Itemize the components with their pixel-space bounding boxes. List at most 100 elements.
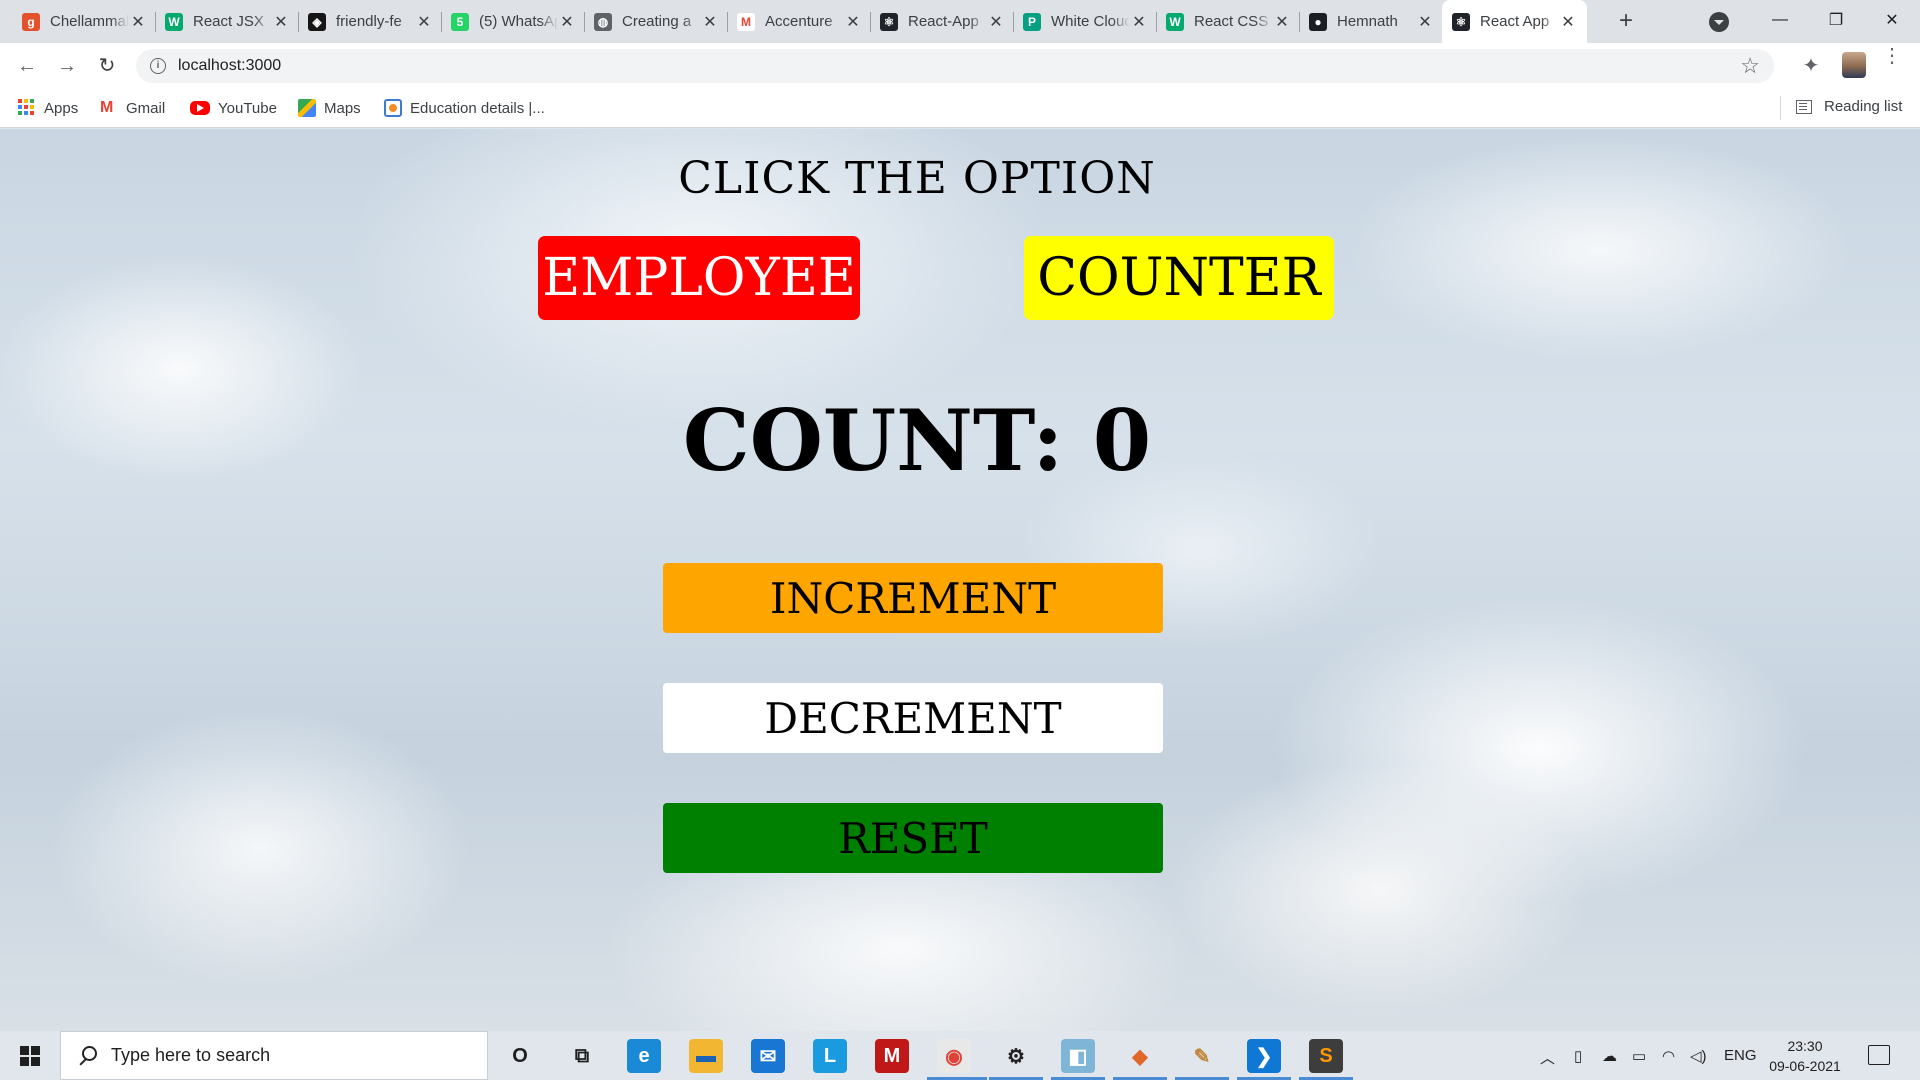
decrement-button[interactable]: DECREMENT	[663, 683, 1163, 753]
count-value: 0	[1092, 391, 1152, 490]
react-favicon: ⚛	[1452, 12, 1470, 31]
github-favicon: ●	[1309, 12, 1327, 31]
tab-title: (5) WhatsApp	[479, 13, 558, 30]
bookmarks-bar: Apps M Gmail YouTube Maps Education deta…	[0, 88, 1920, 128]
mail-icon[interactable]: ✉	[751, 1039, 785, 1073]
tab-close-icon[interactable]: ✕	[987, 12, 1005, 32]
office-icon[interactable]: ◆	[1123, 1039, 1157, 1073]
browser-tab[interactable]: W React JSX ✕	[155, 0, 300, 43]
mcafee-icon[interactable]: M	[875, 1039, 909, 1073]
bookmark-star-icon[interactable]: ☆	[1740, 53, 1760, 79]
reload-button[interactable]: ↻	[92, 51, 122, 81]
browser-tab[interactable]: ⚛ React-App ✕	[870, 0, 1015, 43]
cortana-icon[interactable]: O	[503, 1039, 537, 1073]
browser-tab[interactable]: 5 (5) WhatsApp✕	[441, 0, 586, 43]
start-button[interactable]	[0, 1031, 60, 1080]
w3schools-favicon: W	[165, 12, 183, 31]
tab-separator	[441, 12, 442, 32]
tab-strip: g Chellammal ✕ W React JSX ✕ ◈ friendly-fe ✕ 5 (5)…	[0, 0, 1920, 43]
sublime-icon[interactable]: S	[1309, 1039, 1343, 1073]
bookmark-education[interactable]: Education details |...	[384, 98, 545, 118]
tab-separator	[870, 12, 871, 32]
file-explorer-icon[interactable]: ▬	[689, 1039, 723, 1073]
address-bar[interactable]: i localhost:3000 ☆	[136, 49, 1774, 83]
tab-close-icon[interactable]: ✕	[844, 12, 862, 32]
tab-close-icon[interactable]: ✕	[1273, 12, 1291, 32]
increment-button[interactable]: INCREMENT	[663, 563, 1163, 633]
minimize-icon[interactable]: —	[1752, 0, 1808, 40]
site-info-icon[interactable]: i	[150, 58, 166, 74]
window-close-icon[interactable]: ✕	[1864, 0, 1920, 40]
browser-tab[interactable]: ◍ Creating a ✕	[584, 0, 729, 43]
tray-chevron-icon[interactable]: ︿	[1540, 1047, 1555, 1068]
url-text[interactable]: localhost:3000	[178, 57, 281, 75]
windows-taskbar: Type here to search O ⧉ e ▬ ✉ L M ◉ ⚙ ◧ ◆ ✎ ❯ S ︿ ▯ ☁…	[0, 1031, 1920, 1080]
browser-tab[interactable]: ◈ friendly-fe ✕	[298, 0, 443, 43]
extensions-puzzle-icon[interactable]: ✦	[1800, 53, 1822, 77]
tab-close-icon[interactable]: ✕	[1130, 12, 1148, 32]
tab-close-icon[interactable]: ✕	[129, 12, 147, 32]
browser-tab[interactable]: P White Clouds✕	[1013, 0, 1158, 43]
tab-close-icon[interactable]: ✕	[701, 12, 719, 32]
tab-close-icon[interactable]: ✕	[1559, 12, 1577, 32]
chrome-menu-icon[interactable]: ⋮	[1882, 46, 1902, 66]
tab-close-icon[interactable]: ✕	[558, 12, 576, 32]
tab-search-icon[interactable]	[1709, 12, 1729, 32]
browser-tab[interactable]: g Chellammal ✕	[12, 0, 157, 43]
forward-arrow-icon: →	[57, 55, 77, 77]
apps-grid-icon	[18, 99, 36, 117]
profile-avatar[interactable]	[1842, 52, 1866, 78]
tab-separator	[298, 12, 299, 32]
tab-title: React JSX	[193, 13, 272, 30]
reading-list-button[interactable]: Reading list	[1796, 98, 1902, 115]
l-app-icon[interactable]: L	[813, 1039, 847, 1073]
tab-close-icon[interactable]: ✕	[415, 12, 433, 32]
edge-icon[interactable]: e	[627, 1039, 661, 1073]
browser-tab[interactable]: ● Hemnath ✕	[1299, 0, 1444, 43]
bookmark-maps[interactable]: Maps	[298, 98, 361, 118]
browser-tab[interactable]: M Accenture ✕	[727, 0, 872, 43]
bookmark-gmail[interactable]: M Gmail	[100, 98, 165, 118]
new-tab-button[interactable]: +	[1612, 8, 1640, 36]
search-placeholder: Type here to search	[111, 1045, 271, 1065]
paint-icon[interactable]: ✎	[1185, 1039, 1219, 1073]
page-viewport: CLICK THE OPTION EMPLOYEE COUNTER COUNT:…	[0, 129, 1920, 1031]
tab-title: Chellammal	[50, 13, 129, 30]
tab-separator	[727, 12, 728, 32]
bookmark-label: YouTube	[218, 99, 277, 117]
reading-list-icon	[1796, 99, 1812, 114]
device-icon[interactable]: ▯	[1574, 1047, 1582, 1065]
employee-button[interactable]: EMPLOYEE	[538, 236, 860, 320]
browser-toolbar: ← → ↻ i localhost:3000 ☆ ✦ ⋮	[0, 43, 1920, 88]
bookmark-label: Maps	[324, 99, 361, 117]
taskbar-search-box[interactable]: Type here to search	[60, 1031, 488, 1080]
counter-button[interactable]: COUNTER	[1024, 236, 1334, 320]
tab-close-icon[interactable]: ✕	[1416, 12, 1434, 32]
g-favicon: g	[22, 12, 40, 31]
forward-button[interactable]: →	[52, 51, 82, 81]
tab-title: React-App	[908, 13, 987, 30]
bookmark-apps[interactable]: Apps	[18, 98, 78, 118]
windows-logo-icon	[20, 1045, 40, 1066]
settings-icon[interactable]: ⚙	[999, 1039, 1033, 1073]
reset-button[interactable]: RESET	[663, 803, 1163, 873]
tab-close-icon[interactable]: ✕	[272, 12, 290, 32]
count-display: COUNT: 0	[0, 391, 1834, 490]
back-button[interactable]: ←	[12, 51, 42, 81]
battery-icon[interactable]: ▭	[1632, 1047, 1646, 1065]
vscode-icon[interactable]: ❯	[1247, 1039, 1281, 1073]
chrome-icon[interactable]: ◉	[937, 1039, 971, 1073]
tab-title: Creating a	[622, 13, 701, 30]
bookmark-youtube[interactable]: YouTube	[190, 98, 277, 118]
notes-icon[interactable]: ◧	[1061, 1039, 1095, 1073]
browser-tab[interactable]: ⚛ React App ✕	[1442, 0, 1587, 43]
language-indicator[interactable]: ENG	[1724, 1047, 1757, 1064]
cloud-status-icon[interactable]: ☁	[1602, 1047, 1617, 1065]
notification-center-icon[interactable]	[1868, 1045, 1890, 1065]
task-view-icon[interactable]: ⧉	[565, 1039, 599, 1073]
restore-icon[interactable]: ❐	[1808, 0, 1864, 40]
browser-tab[interactable]: W React CSS ✕	[1156, 0, 1301, 43]
volume-icon[interactable]: ◁)	[1690, 1047, 1707, 1065]
wifi-icon[interactable]: ◠	[1662, 1047, 1675, 1065]
clock[interactable]: 23:30 09-06-2021	[1762, 1036, 1848, 1076]
